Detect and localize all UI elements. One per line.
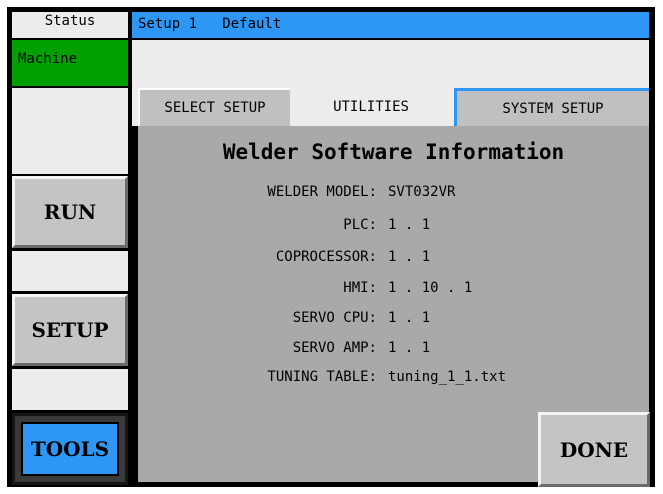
- side-spacer: [12, 251, 128, 291]
- tools-button[interactable]: TOOLS: [12, 413, 128, 485]
- tools-button-label: TOOLS: [21, 422, 119, 476]
- plc-label: PLC:: [343, 217, 377, 233]
- tab-utilities[interactable]: UTILITIES: [292, 88, 450, 126]
- header-spacer: [132, 40, 649, 88]
- tab-system-setup[interactable]: SYSTEM SETUP: [454, 88, 649, 126]
- info-row: WELDER MODEL: SVT032VR: [138, 184, 649, 206]
- tab-bar: SELECT SETUP UTILITIES SYSTEM SETUP: [132, 88, 649, 126]
- setup-button[interactable]: SETUP: [12, 294, 128, 366]
- panel-title: Welder Software Information: [222, 140, 565, 164]
- side-spacer: [12, 369, 128, 410]
- hmi-value: 1 . 10 . 1: [388, 280, 473, 296]
- info-row: PLC: 1 . 1: [138, 217, 649, 239]
- tab-select-setup[interactable]: SELECT SETUP: [138, 88, 290, 126]
- coprocessor-label: COPROCESSOR:: [275, 249, 377, 265]
- run-button[interactable]: RUN: [12, 176, 128, 248]
- servo-amp-label: SERVO AMP:: [292, 340, 377, 356]
- status-label: Status: [12, 12, 128, 38]
- hmi-label: HMI:: [343, 280, 377, 296]
- servo-amp-value: 1 . 1: [388, 340, 431, 356]
- tuning-table-label: TUNING TABLE:: [267, 369, 377, 385]
- setup-name-bar: Setup 1 Default: [132, 12, 649, 38]
- welder-model-value: SVT032VR: [388, 184, 456, 200]
- info-row: COPROCESSOR: 1 . 1: [138, 249, 649, 271]
- info-row: TUNING TABLE: tuning_1_1.txt: [138, 369, 649, 391]
- side-spacer: [12, 88, 128, 174]
- coprocessor-value: 1 . 1: [388, 249, 431, 265]
- servo-cpu-label: SERVO CPU:: [292, 310, 377, 326]
- tuning-table-value: tuning_1_1.txt: [388, 369, 507, 385]
- servo-cpu-value: 1 . 1: [388, 310, 431, 326]
- plc-value: 1 . 1: [388, 217, 431, 233]
- welder-model-label: WELDER MODEL:: [267, 184, 377, 200]
- info-row: SERVO CPU: 1 . 1: [138, 310, 649, 332]
- machine-status-badge: Machine: [12, 40, 128, 86]
- info-row: SERVO AMP: 1 . 1: [138, 340, 649, 362]
- done-button[interactable]: DONE: [538, 412, 650, 487]
- info-row: HMI: 1 . 10 . 1: [138, 280, 649, 302]
